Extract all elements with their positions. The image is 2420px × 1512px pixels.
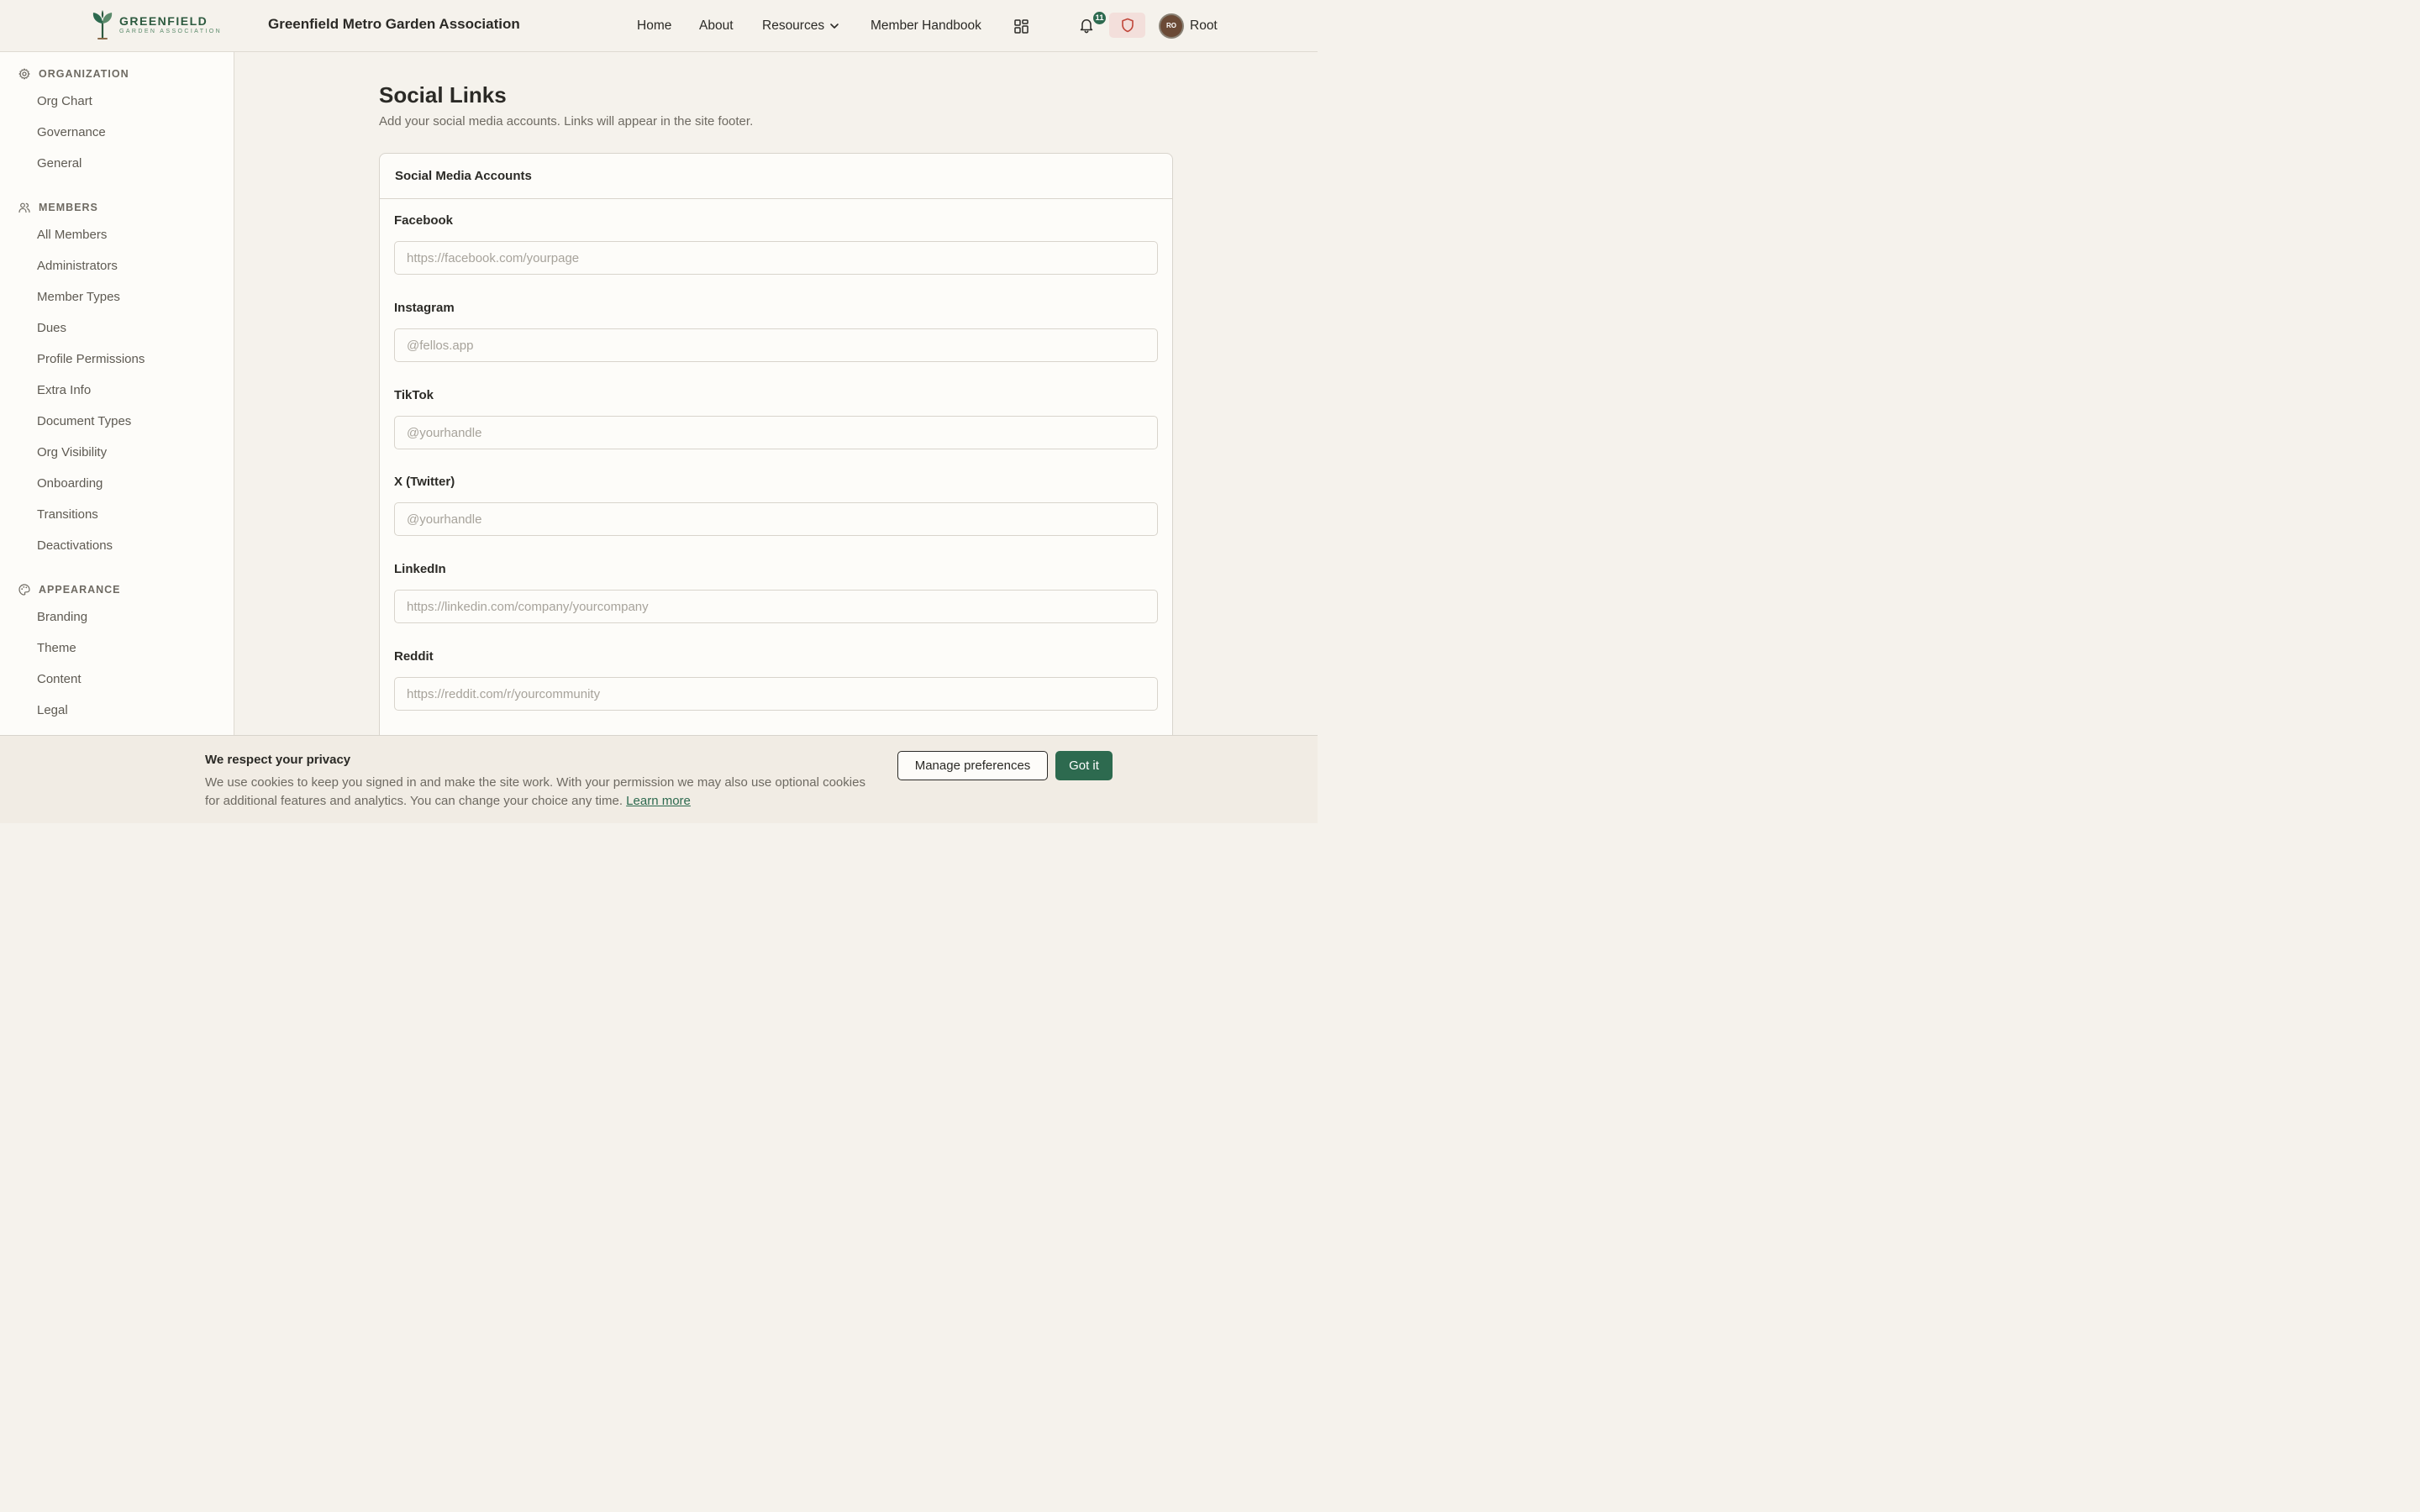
learn-more-link[interactable]: Learn more [626,794,691,808]
chevron-down-icon [830,24,839,29]
user-name: Root [1190,18,1218,33]
grid-icon [1014,18,1028,34]
x-twitter-input[interactable] [394,502,1158,536]
top-navbar: GREENFIELD GARDEN ASSOCIATION Greenfield… [0,0,1318,52]
cookie-text: We use cookies to keep you signed in and… [205,774,869,811]
sprout-icon [92,10,113,40]
sidebar-section-organization: ORGANIZATION [18,66,129,82]
instagram-input[interactable] [394,328,1158,362]
user-menu[interactable]: RO Root [1160,14,1218,37]
nav-home[interactable]: Home [637,0,671,52]
sidebar-item-dues[interactable]: Dues [37,320,66,337]
linkedin-input[interactable] [394,590,1158,623]
sidebar-item-onboarding[interactable]: Onboarding [37,475,103,492]
manage-preferences-button[interactable]: Manage preferences [897,751,1048,780]
tiktok-input[interactable] [394,416,1158,449]
nav-about[interactable]: About [699,0,734,52]
users-icon [18,202,30,213]
sidebar-section-label: ORGANIZATION [39,68,129,80]
facebook-label: Facebook [394,213,454,228]
nav-resources-label: Resources [762,18,825,33]
cookie-message: We use cookies to keep you signed in and… [205,775,865,808]
tiktok-label: TikTok [394,388,434,402]
apps-grid-button[interactable] [1014,0,1029,52]
logo-subtitle: GARDEN ASSOCIATION [119,29,223,34]
cookie-banner: We respect your privacy We use cookies t… [0,735,1318,823]
sidebar-item-governance[interactable]: Governance [37,124,106,141]
nav-member-handbook[interactable]: Member Handbook [871,0,981,52]
cookie-title: We respect your privacy [205,753,351,767]
shield-icon [1121,18,1134,33]
sidebar-item-transitions[interactable]: Transitions [37,507,98,523]
card-title: Social Media Accounts [380,154,1172,199]
accept-cookies-button[interactable]: Got it [1055,751,1113,780]
facebook-input[interactable] [394,241,1158,275]
sidebar-item-administrators[interactable]: Administrators [37,258,118,275]
sidebar-section-label: MEMBERS [39,202,98,213]
sidebar-item-document-types[interactable]: Document Types [37,413,131,430]
sidebar-item-deactivations[interactable]: Deactivations [37,538,113,554]
sidebar-item-legal[interactable]: Legal [37,702,68,719]
reddit-input[interactable] [394,677,1158,711]
logo-name: GREENFIELD [119,14,208,28]
sidebar-section-label: APPEARANCE [39,584,121,596]
notification-count-badge: 11 [1092,10,1107,26]
page-subtitle: Add your social media accounts. Links wi… [379,114,754,129]
linkedin-label: LinkedIn [394,562,446,576]
sidebar-item-org-chart[interactable]: Org Chart [37,93,92,110]
instagram-label: Instagram [394,301,455,315]
x-twitter-label: X (Twitter) [394,475,455,489]
sidebar-item-profile-permissions[interactable]: Profile Permissions [37,351,145,368]
admin-shield-button[interactable] [1109,13,1145,38]
settings-sidebar: ORGANIZATION Org Chart Governance Genera… [0,52,234,823]
gear-icon [18,68,30,80]
avatar: RO [1160,14,1182,37]
palette-icon [18,584,30,596]
nav-resources-dropdown[interactable]: Resources [762,0,839,52]
sidebar-item-content[interactable]: Content [37,671,82,688]
sidebar-item-branding[interactable]: Branding [37,609,87,626]
sidebar-item-theme[interactable]: Theme [37,640,76,657]
site-title: Greenfield Metro Garden Association [268,16,520,32]
sidebar-item-extra-info[interactable]: Extra Info [37,382,91,399]
page-title: Social Links [379,82,507,108]
sidebar-section-appearance: APPEARANCE [18,581,121,598]
sidebar-item-org-visibility[interactable]: Org Visibility [37,444,107,461]
sidebar-section-members: MEMBERS [18,199,98,216]
sidebar-item-all-members[interactable]: All Members [37,227,107,244]
sidebar-item-member-types[interactable]: Member Types [37,289,120,306]
sidebar-item-general[interactable]: General [37,155,82,172]
site-logo[interactable]: GREENFIELD GARDEN ASSOCIATION [91,10,222,40]
reddit-label: Reddit [394,649,434,664]
